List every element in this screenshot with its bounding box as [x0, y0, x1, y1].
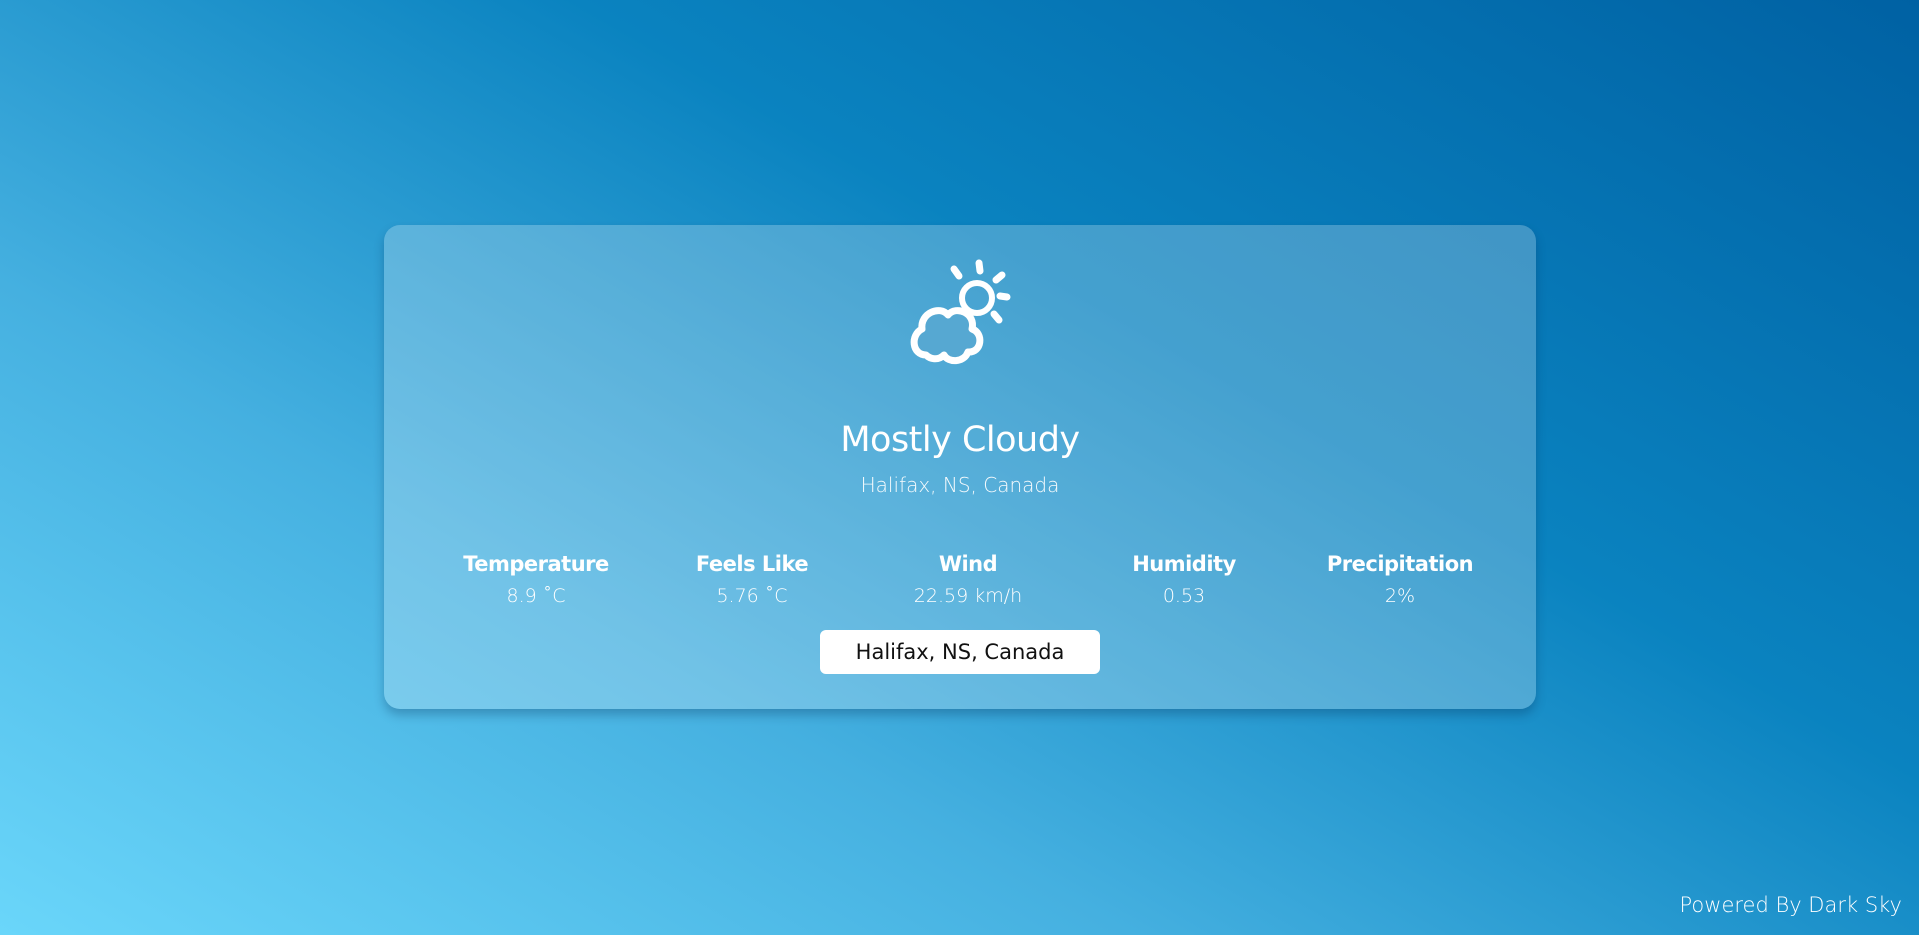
stat-wind: Wind 22.59 km/h [860, 550, 1076, 608]
stat-precipitation: Precipitation 2% [1292, 550, 1508, 608]
stat-label: Precipitation [1326, 552, 1474, 576]
weather-condition: Mostly Cloudy [840, 420, 1080, 460]
stat-label: Wind [938, 552, 998, 576]
stat-value: 0.53 [1162, 585, 1206, 607]
stat-label: Feels Like [695, 552, 809, 576]
location-search-input[interactable] [820, 630, 1100, 674]
weather-stats: Temperature 8.9 ˚C Feels Like 5.76 ˚C Wi… [428, 550, 1508, 608]
stat-label: Temperature [463, 552, 609, 576]
stat-value: 5.76 ˚C [716, 585, 788, 607]
stat-humidity: Humidity 0.53 [1076, 550, 1292, 608]
weather-card: Mostly Cloudy Halifax, NS, Canada Temper… [384, 225, 1536, 709]
location-label: Halifax, NS, Canada [860, 473, 1060, 497]
powered-by-dark-sky-link[interactable]: Powered By Dark Sky [1680, 892, 1903, 918]
stat-label: Humidity [1132, 552, 1236, 576]
stat-value: 22.59 km/h [913, 585, 1023, 607]
stat-temperature: Temperature 8.9 ˚C [428, 550, 644, 608]
stat-feels-like: Feels Like 5.76 ˚C [644, 550, 860, 608]
stat-value: 8.9 ˚C [506, 585, 566, 607]
stat-value: 2% [1384, 585, 1416, 607]
partly-cloudy-day-icon [904, 255, 1016, 367]
